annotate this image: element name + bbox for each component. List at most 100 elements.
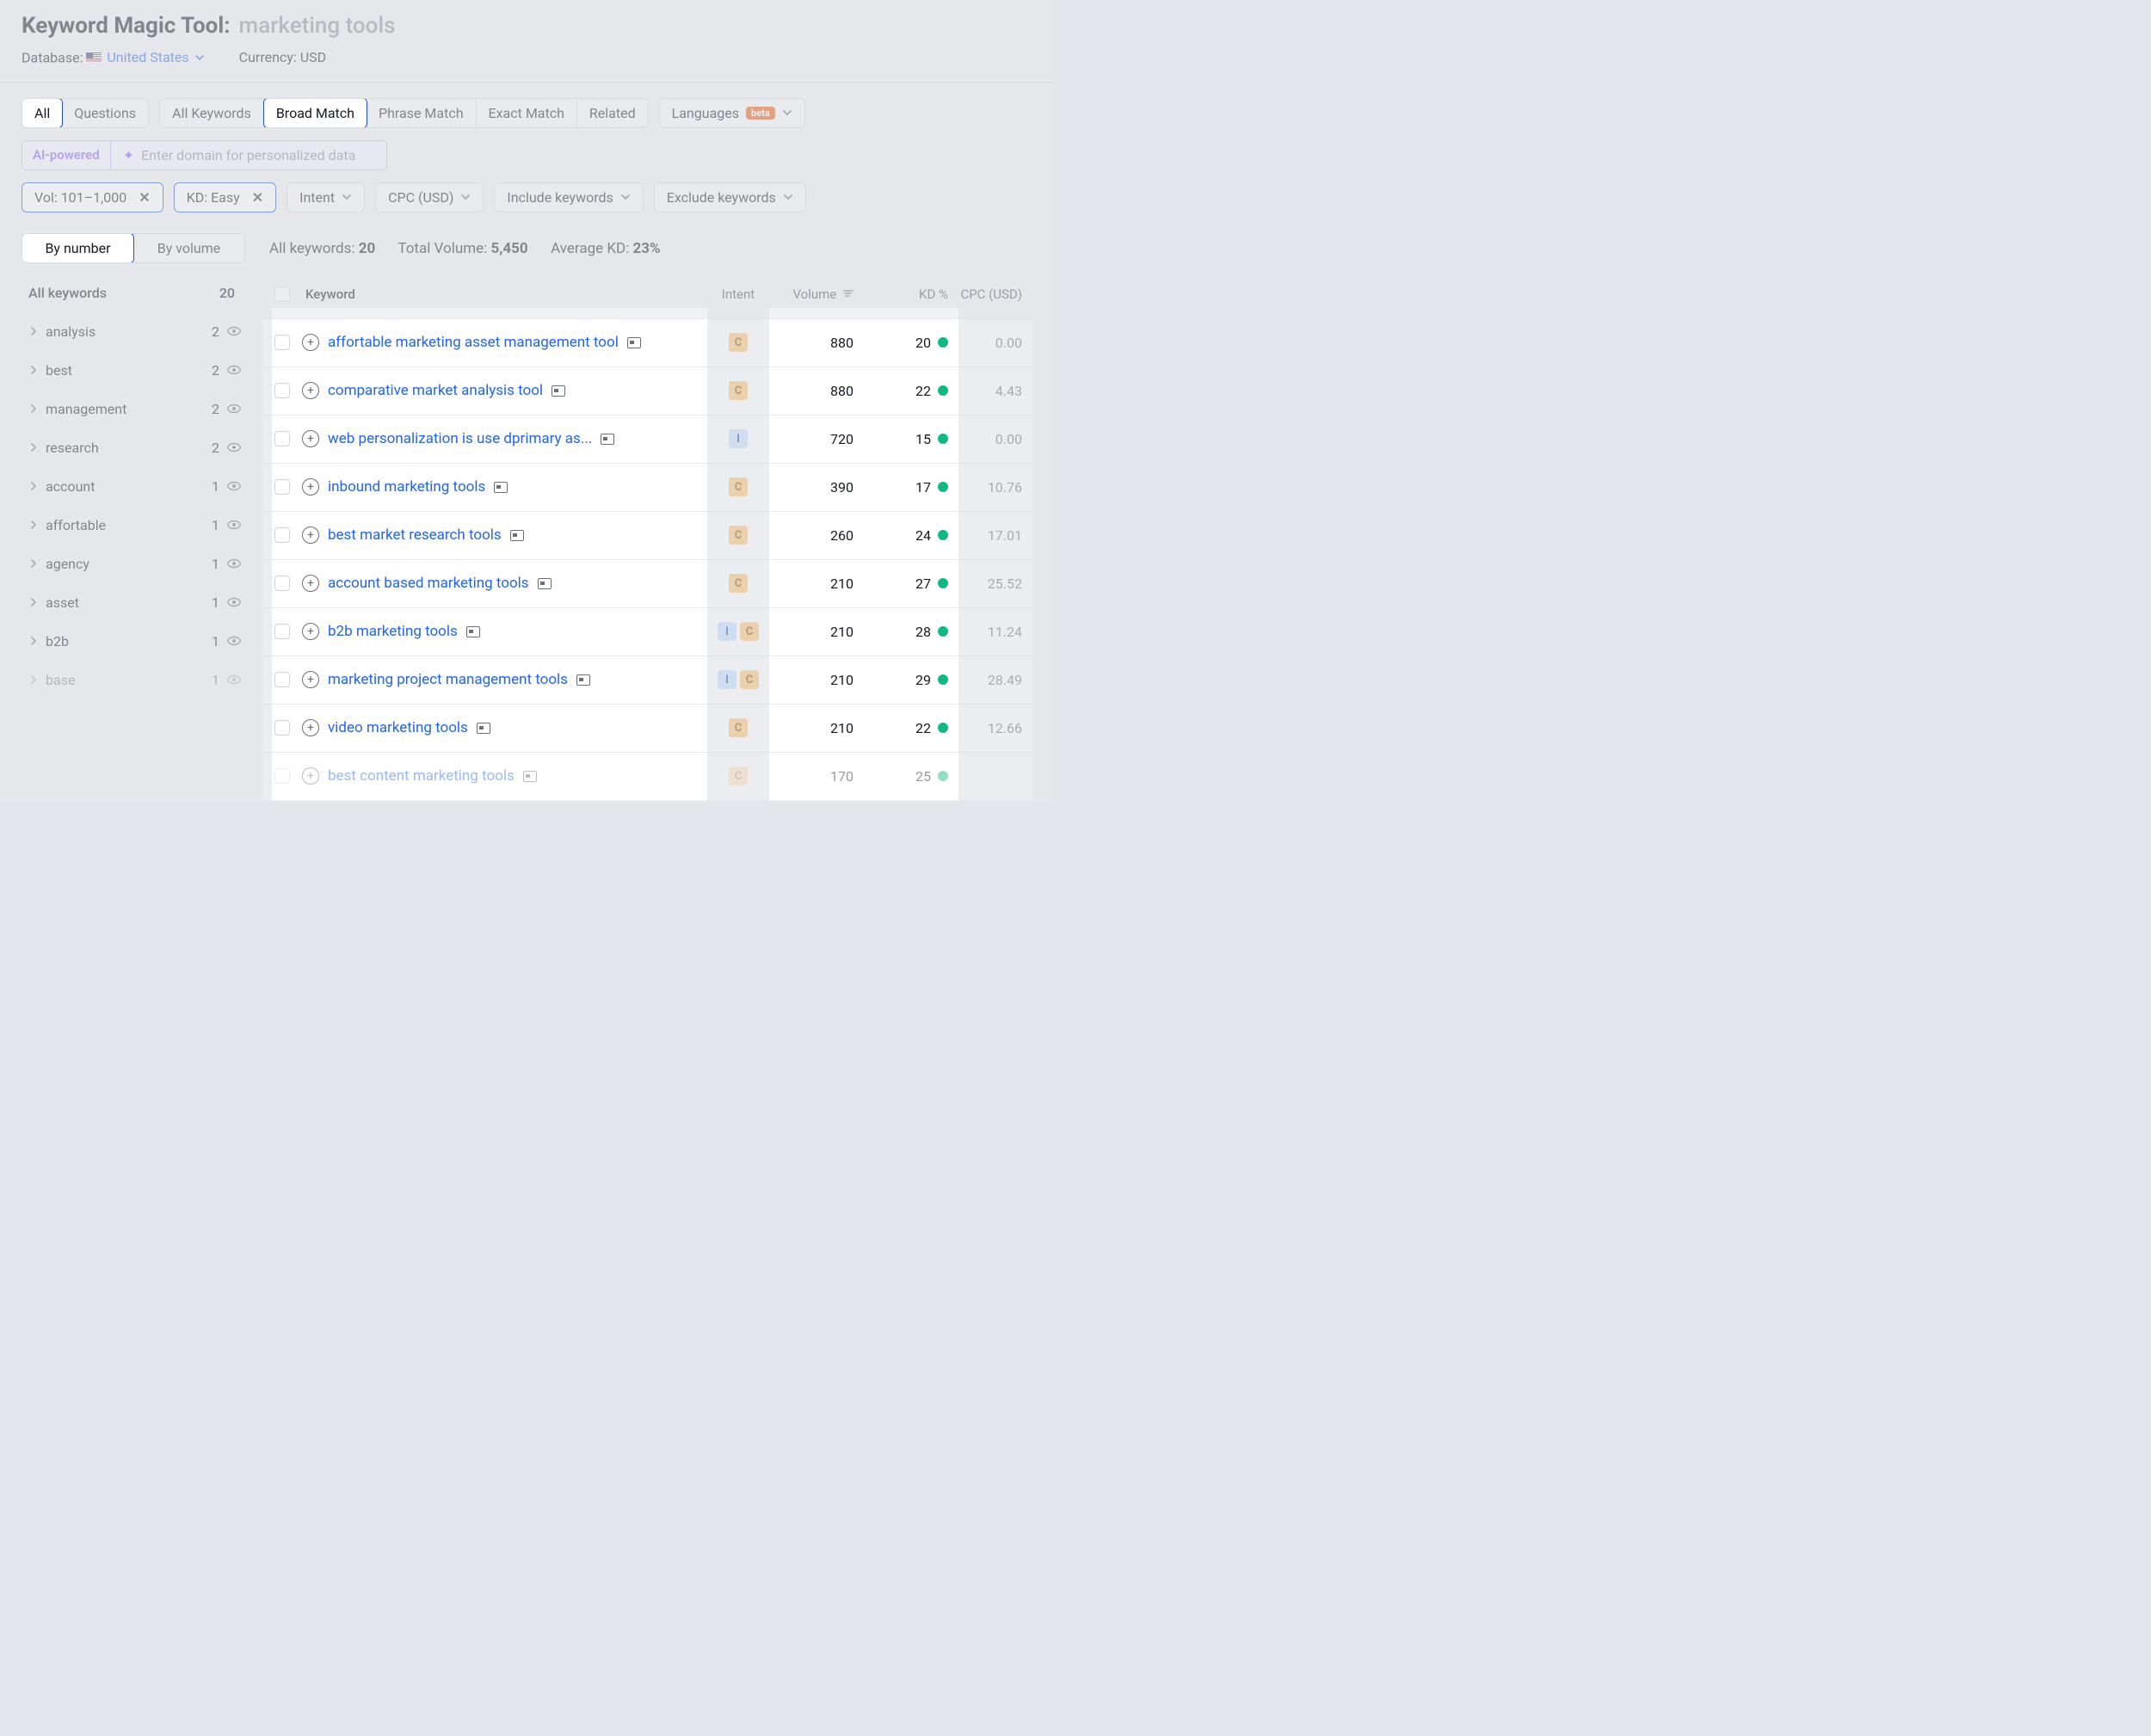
sidebar-item[interactable]: best2 <box>22 351 245 390</box>
intent-badge-i: I <box>718 670 737 689</box>
add-to-list-icon[interactable]: + <box>302 430 319 447</box>
col-header-keyword[interactable]: Keyword <box>302 286 711 302</box>
filter-include-keywords[interactable]: Include keywords <box>494 182 643 212</box>
tab-broad-match[interactable]: Broad Match <box>263 98 367 128</box>
keyword-link[interactable]: marketing project management tools <box>328 671 568 688</box>
serp-preview-icon[interactable] <box>576 674 590 686</box>
serp-preview-icon[interactable] <box>523 771 537 782</box>
filter-include-label: Include keywords <box>507 189 613 206</box>
add-to-list-icon[interactable]: + <box>302 478 319 496</box>
col-header-checkbox[interactable] <box>262 286 302 302</box>
ai-domain-input[interactable]: ✦ Enter domain for personalized data <box>111 141 386 169</box>
row-checkbox[interactable] <box>262 431 302 446</box>
row-checkbox[interactable] <box>262 383 302 398</box>
languages-dropdown[interactable]: Languages beta <box>659 98 805 128</box>
serp-preview-icon[interactable] <box>477 723 490 734</box>
close-icon[interactable]: ✕ <box>135 189 153 206</box>
sidebar-item[interactable]: agency1 <box>22 545 245 583</box>
tab-questions[interactable]: Questions <box>62 99 148 127</box>
table-row: +video marketing toolsC2102212.66 <box>262 705 1032 753</box>
col-header-kd[interactable]: KD % <box>860 286 955 302</box>
tab-phrase-match[interactable]: Phrase Match <box>367 99 477 127</box>
tab-all[interactable]: All <box>22 98 63 128</box>
keyword-link[interactable]: comparative market analysis tool <box>328 382 543 399</box>
eye-icon[interactable] <box>226 401 242 416</box>
cell-kd: 28 <box>860 624 955 640</box>
tab-by-volume[interactable]: By volume <box>133 234 244 262</box>
tab-by-number[interactable]: By number <box>22 233 134 263</box>
row-checkbox[interactable] <box>262 768 302 784</box>
eye-icon[interactable] <box>226 633 242 649</box>
add-to-list-icon[interactable]: + <box>302 671 319 688</box>
keyword-link[interactable]: inbound marketing tools <box>328 478 485 496</box>
tab-all-keywords[interactable]: All Keywords <box>160 99 264 127</box>
keyword-link[interactable]: account based marketing tools <box>328 575 529 592</box>
keyword-link[interactable]: video marketing tools <box>328 719 468 736</box>
eye-icon[interactable] <box>226 517 242 532</box>
row-checkbox[interactable] <box>262 479 302 495</box>
serp-preview-icon[interactable] <box>601 434 614 445</box>
database-selector[interactable]: Database: United States <box>22 49 205 66</box>
row-checkbox[interactable] <box>262 335 302 350</box>
serp-preview-icon[interactable] <box>627 337 641 348</box>
eye-icon[interactable] <box>226 440 242 455</box>
tab-exact-match[interactable]: Exact Match <box>477 99 577 127</box>
serp-preview-icon[interactable] <box>552 385 565 397</box>
serp-preview-icon[interactable] <box>494 482 508 493</box>
sidebar-item[interactable]: research2 <box>22 428 245 467</box>
add-to-list-icon[interactable]: + <box>302 382 319 399</box>
close-icon[interactable]: ✕ <box>249 189 267 206</box>
checkbox-icon <box>274 576 290 591</box>
cell-cpc: 11.24 <box>955 624 1032 640</box>
table-row: +comparative market analysis toolC880224… <box>262 367 1032 416</box>
eye-icon[interactable] <box>226 478 242 494</box>
keyword-link[interactable]: best content marketing tools <box>328 767 515 785</box>
keyword-link[interactable]: web personalization is use dprimary as..… <box>328 430 592 447</box>
eye-icon[interactable] <box>226 323 242 339</box>
sidebar-item[interactable]: asset1 <box>22 583 245 622</box>
add-to-list-icon[interactable]: + <box>302 526 319 544</box>
add-to-list-icon[interactable]: + <box>302 623 319 640</box>
cell-intent: C <box>711 574 766 594</box>
cell-keyword: + affortable marketing asset management t… <box>302 334 711 351</box>
sidebar-item[interactable]: analysis2 <box>22 312 245 351</box>
keyword-link[interactable]: best market research tools <box>328 526 502 544</box>
filter-exclude-keywords[interactable]: Exclude keywords <box>654 182 806 212</box>
row-checkbox[interactable] <box>262 672 302 687</box>
cell-kd: 17 <box>860 479 955 496</box>
add-to-list-icon[interactable]: + <box>302 575 319 592</box>
serp-preview-icon[interactable] <box>466 626 480 637</box>
row-checkbox[interactable] <box>262 720 302 736</box>
filter-chip-kd[interactable]: KD: Easy ✕ <box>174 182 276 212</box>
filter-chip-volume[interactable]: Vol: 101–1,000 ✕ <box>22 182 163 212</box>
sidebar-all-keywords[interactable]: All keywords 20 <box>22 274 245 312</box>
row-checkbox[interactable] <box>262 624 302 639</box>
eye-icon[interactable] <box>226 594 242 610</box>
add-to-list-icon[interactable]: + <box>302 719 319 736</box>
keyword-link[interactable]: affortable marketing asset management to… <box>328 334 619 351</box>
col-header-volume[interactable]: Volume <box>766 286 860 302</box>
eye-icon[interactable] <box>226 362 242 378</box>
filter-cpc[interactable]: CPC (USD) <box>375 182 484 212</box>
filter-intent[interactable]: Intent <box>287 182 365 212</box>
tab-related[interactable]: Related <box>577 99 648 127</box>
add-to-list-icon[interactable]: + <box>302 767 319 785</box>
keyword-link[interactable]: b2b marketing tools <box>328 623 458 640</box>
sidebar-all-keywords-label: All keywords <box>25 285 219 301</box>
eye-icon[interactable] <box>226 672 242 687</box>
sidebar-item[interactable]: management2 <box>22 390 245 428</box>
cell-cpc: 0.00 <box>955 431 1032 447</box>
sidebar-item[interactable]: affortable1 <box>22 506 245 545</box>
row-checkbox[interactable] <box>262 576 302 591</box>
row-checkbox[interactable] <box>262 527 302 543</box>
eye-icon[interactable] <box>226 556 242 571</box>
add-to-list-icon[interactable]: + <box>302 334 319 351</box>
serp-preview-icon[interactable] <box>538 578 552 589</box>
cell-volume: 390 <box>766 479 860 496</box>
col-header-intent[interactable]: Intent <box>711 286 766 302</box>
serp-preview-icon[interactable] <box>510 530 524 541</box>
col-header-cpc[interactable]: CPC (USD) <box>955 286 1032 302</box>
sidebar-item[interactable]: account1 <box>22 467 245 506</box>
sidebar-item[interactable]: b2b1 <box>22 622 245 661</box>
sidebar-item[interactable]: base1 <box>22 661 245 699</box>
